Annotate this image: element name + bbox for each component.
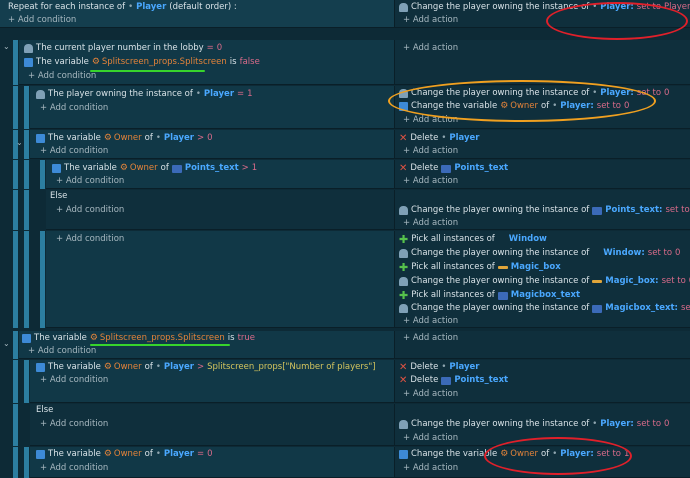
action-change-owner-window[interactable]: Change the player owning the instance of… [399, 247, 680, 260]
delete-icon: ✕ [399, 362, 408, 373]
add-action-button[interactable]: + Add action [403, 462, 458, 475]
object-var-icon: ⚙ [119, 163, 128, 173]
variable-icon [24, 58, 33, 67]
action-change-owner[interactable]: Change the player owning the instance of… [399, 418, 669, 431]
action-delete-player[interactable]: ✕ Delete • Player [399, 132, 479, 145]
add-action-button[interactable]: + Add action [403, 432, 458, 445]
event-pick-all[interactable]: + Add condition ✚ Pick all instances of … [0, 231, 690, 328]
variable-icon [36, 450, 45, 459]
add-condition-button[interactable]: + Add condition [56, 233, 124, 246]
object-var-icon: ⚙ [103, 449, 112, 459]
variable-icon [52, 164, 61, 173]
add-condition-button[interactable]: + Add condition [28, 70, 96, 83]
object-var-icon: ⚙ [103, 362, 112, 372]
action-delete-points[interactable]: ✕ Delete Points_text [399, 374, 508, 387]
add-action-button[interactable]: + Add action [403, 42, 458, 55]
add-action-button[interactable]: + Add action [403, 175, 458, 188]
collapse-icon[interactable]: ⌄ [16, 138, 23, 147]
condition-lobby[interactable]: The current player number in the lobby =… [24, 42, 222, 55]
event-owner-gt-0[interactable]: ⌄ The variable ⚙ Owner of • Player > 0 +… [0, 130, 690, 159]
add-action-button[interactable]: + Add action [403, 332, 458, 345]
add-action-button[interactable]: + Add action [403, 145, 458, 158]
condition-splitscreen-var[interactable]: The variable ⚙ Splitscreen_props.Splitsc… [24, 56, 260, 69]
repeat-object[interactable]: Player [136, 1, 166, 14]
add-condition-button[interactable]: + Add condition [28, 345, 96, 358]
text-object-icon [441, 376, 452, 385]
text-object-icon [497, 291, 508, 300]
condition-owner-eq[interactable]: The variable ⚙ Owner of • Player = 0 [36, 448, 213, 461]
else-label: Else [50, 191, 68, 201]
player-icon [36, 90, 45, 99]
event-owner-gt-players[interactable]: The variable ⚙ Owner of • Player > Split… [0, 360, 690, 403]
text-object-icon [441, 164, 452, 173]
add-action-button[interactable]: + Add action [403, 388, 458, 401]
repeat-label: Repeat for each instance of [8, 2, 126, 12]
condition-owning[interactable]: The player owning the instance of • Play… [36, 88, 253, 101]
add-condition-button[interactable]: + Add condition [56, 204, 124, 217]
add-action-button[interactable]: + Add action [403, 315, 458, 328]
delete-icon: ✕ [399, 163, 408, 174]
sprite-bar-icon [592, 280, 603, 283]
player-icon [399, 420, 408, 429]
player-icon [399, 3, 408, 12]
text-object-icon [592, 304, 603, 313]
object-var-icon: ⚙ [103, 133, 112, 143]
text-object-icon [592, 206, 603, 215]
add-condition-button[interactable]: + Add condition [40, 145, 108, 158]
add-action-button[interactable]: + Add action [403, 217, 458, 230]
event-points-owner[interactable]: The variable ⚙ Owner of Points_text > 1 … [0, 160, 690, 189]
collapse-icon[interactable]: ⌄ [3, 339, 10, 348]
player-icon [399, 249, 408, 258]
condition-owner-var[interactable]: The variable ⚙ Owner of • Player > 0 [36, 132, 213, 145]
green-underline-annotation [90, 70, 205, 72]
variable-icon [36, 363, 45, 372]
action-pick-window[interactable]: ✚ Pick all instances of Window [399, 233, 547, 246]
player-icon [399, 277, 408, 286]
action-delete-player[interactable]: ✕ Delete • Player [399, 361, 479, 374]
collapse-icon[interactable]: ⌄ [3, 42, 10, 51]
add-condition-button[interactable]: + Add condition [40, 418, 108, 431]
variable-icon [36, 134, 45, 143]
plus-icon: ✚ [399, 233, 409, 246]
player-icon [399, 206, 408, 215]
event-else-points[interactable]: Else + Add condition Change the player o… [0, 190, 690, 230]
plus-icon: ✚ [399, 261, 409, 274]
add-condition-button[interactable]: + Add condition [40, 102, 108, 115]
action-change-owner-magic-box[interactable]: Change the player owning the instance of… [399, 275, 690, 288]
add-condition-button[interactable]: + Add condition [8, 14, 76, 27]
red-circle-annotation [546, 2, 688, 40]
action-delete-points[interactable]: ✕ Delete Points_text [399, 162, 508, 175]
condition-owner-vs-players[interactable]: The variable ⚙ Owner of • Player > Split… [36, 361, 376, 374]
text-object-icon [171, 164, 182, 173]
action-change-owner-points[interactable]: Change the player owning the instance of… [399, 204, 690, 217]
scene-var-icon: ⚙ [91, 57, 100, 67]
variable-icon [22, 334, 31, 343]
action-change-owner-magicbox-text[interactable]: Change the player owning the instance of… [399, 302, 690, 315]
action-pick-magicbox-text[interactable]: ✚ Pick all instances of Magicbox_text [399, 289, 580, 302]
red-circle-annotation [484, 437, 632, 475]
player-icon [24, 44, 33, 53]
delete-icon: ✕ [399, 375, 408, 386]
player-icon [399, 304, 408, 313]
else-label: Else [36, 405, 54, 415]
add-action-button[interactable]: + Add action [403, 14, 458, 27]
orange-circle-annotation [388, 80, 656, 122]
add-condition-button[interactable]: + Add condition [40, 374, 108, 387]
event-splitscreen-false[interactable]: ⌄ The current player number in the lobby… [0, 40, 690, 85]
add-condition-button[interactable]: + Add condition [40, 462, 108, 475]
add-condition-button[interactable]: + Add condition [56, 175, 124, 188]
condition-points-owner[interactable]: The variable ⚙ Owner of Points_text > 1 [52, 162, 257, 175]
plus-icon: ✚ [399, 289, 409, 302]
green-underline-annotation [90, 344, 230, 346]
action-pick-magic-box[interactable]: ✚ Pick all instances of Magic_box [399, 261, 561, 274]
variable-icon [399, 450, 408, 459]
sprite-bar-icon [497, 266, 508, 269]
delete-icon: ✕ [399, 133, 408, 144]
